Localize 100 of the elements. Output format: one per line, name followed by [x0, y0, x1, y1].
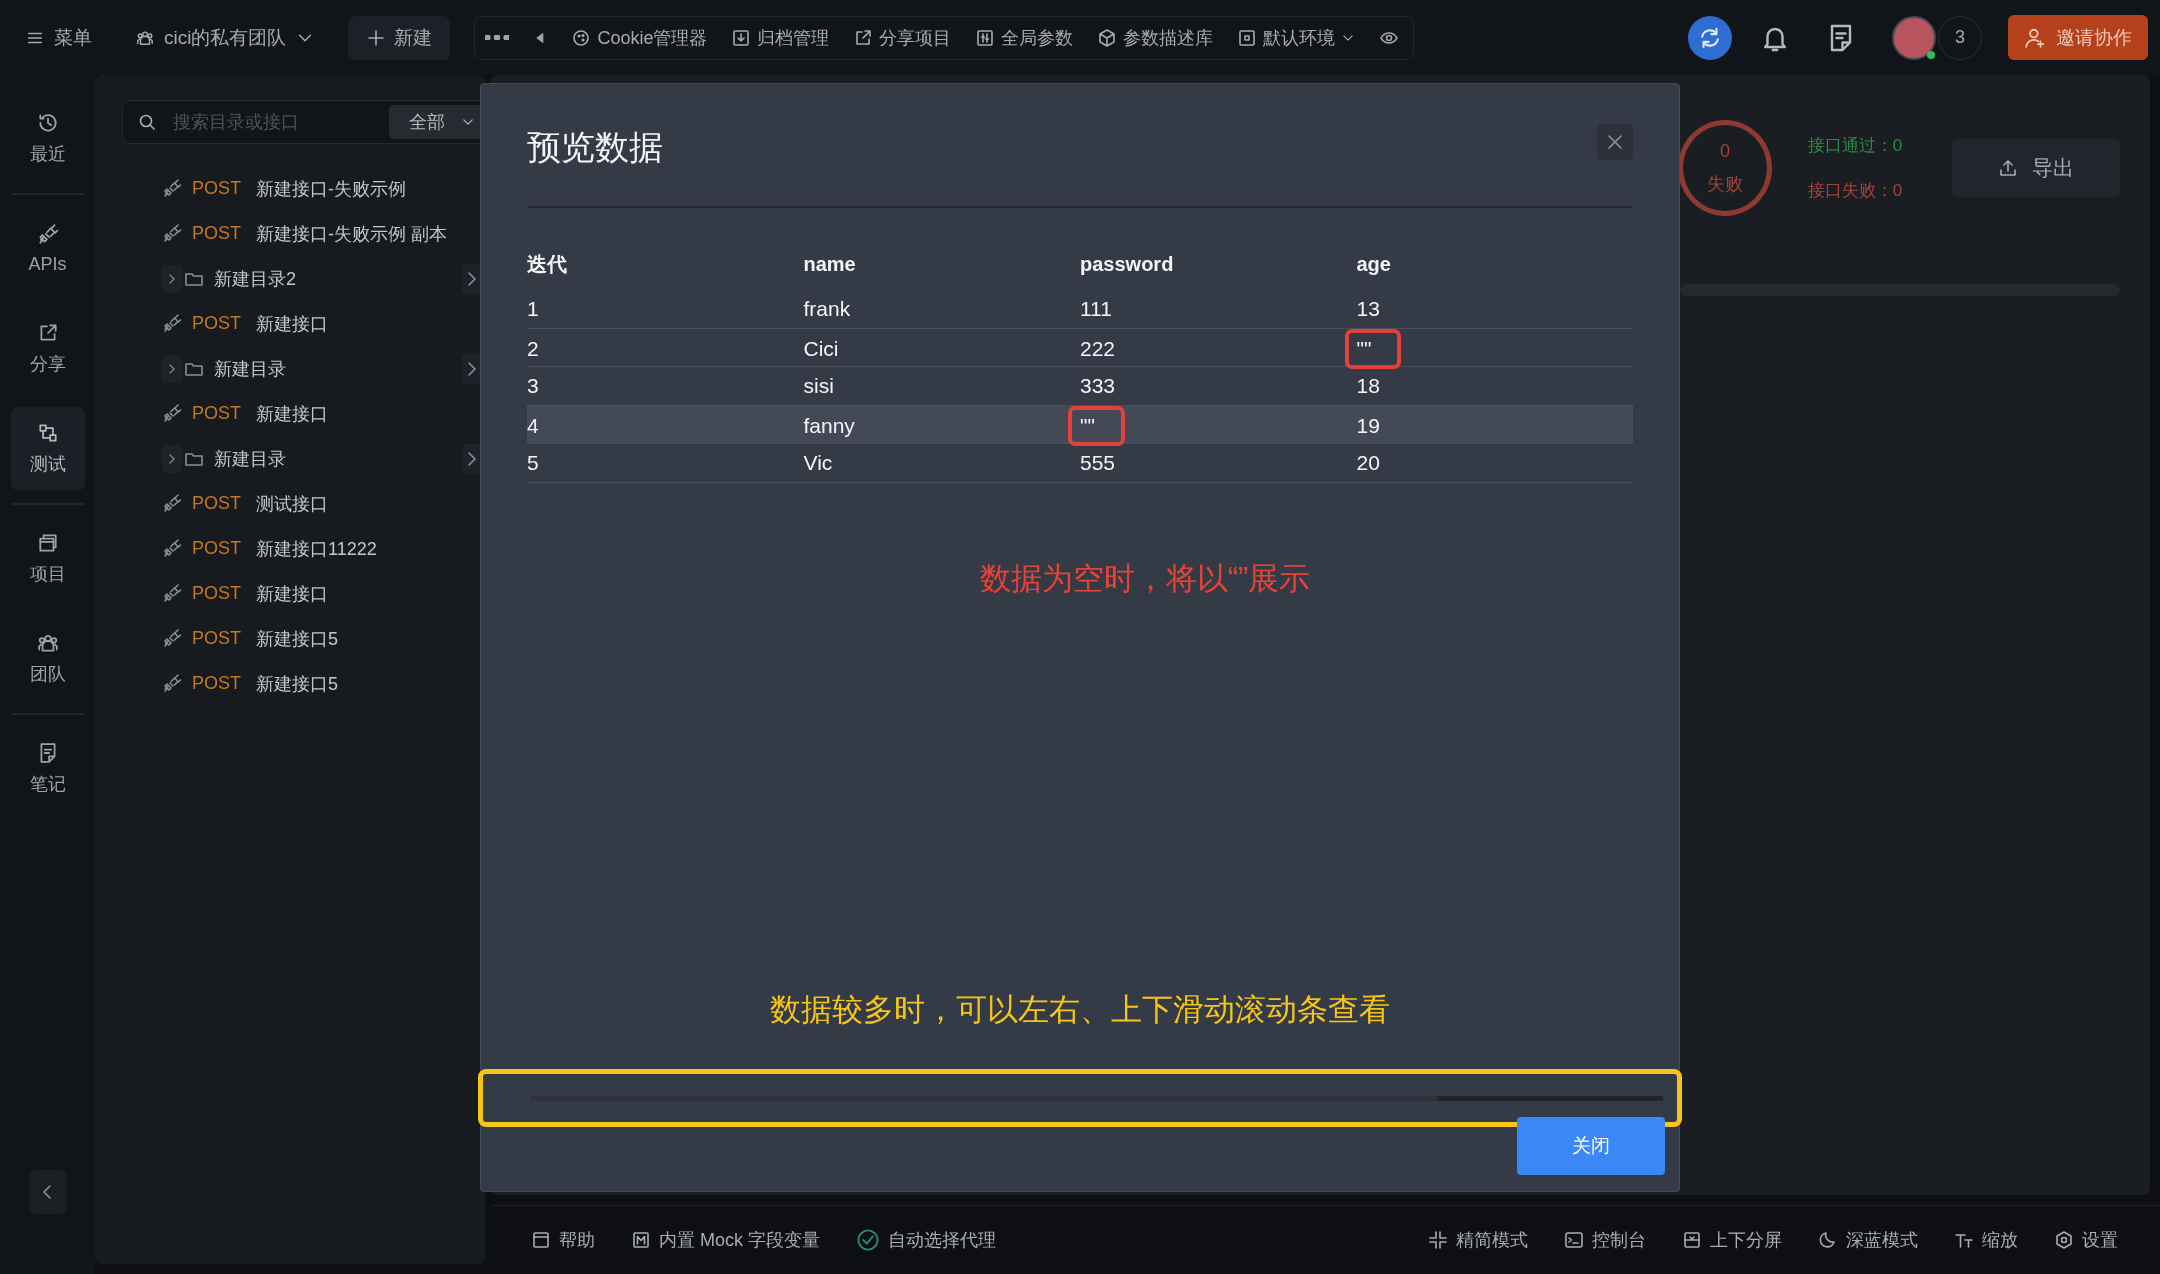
- status-bar-button[interactable]: 上下分屏: [1682, 1228, 1782, 1252]
- rail-item[interactable]: 团队: [10, 617, 85, 701]
- table-cell-text: 1: [527, 295, 539, 322]
- toolbar-button[interactable]: Cookie管理器: [571, 25, 708, 50]
- team-selector[interactable]: cici的私有团队: [136, 24, 315, 51]
- new-button[interactable]: 新建: [348, 15, 451, 60]
- method-label: POST: [192, 178, 242, 199]
- panel-icon: [531, 1230, 551, 1250]
- avatar[interactable]: [1892, 15, 1936, 60]
- status-bar-button[interactable]: 自动选择代理: [856, 1228, 996, 1252]
- expand-toggle[interactable]: [162, 444, 182, 473]
- table-cell-text: 13: [1356, 295, 1380, 322]
- plug-icon: [162, 538, 182, 559]
- toolbar-button[interactable]: 参数描述库: [1097, 25, 1214, 50]
- status-bar-button[interactable]: 内置 Mock 字段变量: [631, 1228, 820, 1252]
- table-cell-text: 5: [527, 449, 539, 476]
- plus-icon: [366, 27, 387, 48]
- toolbar-button[interactable]: 分享项目: [853, 25, 952, 50]
- table-cell-text: 2: [527, 335, 539, 362]
- horizontal-scrollbar[interactable]: [531, 1095, 1663, 1101]
- compress-icon: [1428, 1230, 1448, 1250]
- item-name: 新建接口-失败示例: [256, 177, 406, 201]
- plug-icon: [162, 313, 182, 334]
- close-button[interactable]: [1597, 124, 1633, 160]
- fail-count: 0: [1719, 140, 1730, 162]
- toolbar-button[interactable]: 归档管理: [731, 25, 830, 50]
- method-label: POST: [192, 313, 242, 334]
- invite-button[interactable]: 邀请协作: [2008, 15, 2148, 60]
- rail-item[interactable]: 测试: [10, 407, 85, 491]
- method-label: POST: [192, 223, 242, 244]
- rail-item[interactable]: APIs: [10, 207, 85, 291]
- search-icon: [137, 112, 157, 132]
- item-name: 新建接口-失败示例 副本: [256, 222, 447, 246]
- more-icon: [485, 35, 510, 40]
- expand-toggle[interactable]: [162, 264, 182, 293]
- method-label: POST: [192, 538, 242, 559]
- status-bar-button[interactable]: 深蓝模式: [1818, 1228, 1918, 1252]
- item-name: 新建接口5: [256, 672, 338, 696]
- method-label: POST: [192, 583, 242, 604]
- status-bar-button[interactable]: 帮助: [531, 1228, 595, 1252]
- rail-item[interactable]: 笔记: [10, 727, 85, 811]
- folder-name: 新建目录: [214, 447, 286, 471]
- table-cell-text: Vic: [803, 449, 833, 476]
- folder-name: 新建目录: [214, 357, 286, 381]
- method-label: POST: [192, 673, 242, 694]
- annotation-text: 数据为空时，将以“”展示: [978, 559, 1312, 598]
- people-icon: [36, 632, 59, 654]
- expand-toggle[interactable]: [162, 354, 182, 383]
- terminal-icon: [1564, 1230, 1584, 1250]
- table-cell-text: 333: [1080, 372, 1116, 399]
- item-name: 新建接口: [256, 312, 328, 336]
- table-cell-text: 20: [1356, 449, 1380, 476]
- tree-item[interactable]: POST 新建接口5: [122, 616, 485, 661]
- plug-icon: [162, 493, 182, 514]
- plug-icon: [36, 223, 59, 246]
- status-bar-button[interactable]: 缩放: [1954, 1228, 2018, 1252]
- item-name: 新建接口11222: [256, 537, 377, 561]
- item-name: 新建接口5: [256, 627, 338, 651]
- people-icon: [136, 28, 154, 47]
- plug-icon: [162, 403, 182, 424]
- collapse-button[interactable]: [29, 1170, 66, 1214]
- rail-item[interactable]: 项目: [10, 517, 85, 601]
- status-bar-button[interactable]: 控制台: [1564, 1228, 1646, 1252]
- status-bar-button[interactable]: 精简模式: [1428, 1228, 1528, 1252]
- settings-icon: [2054, 1230, 2074, 1250]
- tree-item[interactable]: POST 新建接口: [122, 571, 485, 616]
- cube-icon: [1097, 27, 1118, 48]
- column-header: 迭代: [527, 251, 568, 277]
- toolbar-button[interactable]: 全局参数: [975, 25, 1074, 50]
- rail-item[interactable]: 分享: [10, 307, 85, 391]
- add-user-icon: [2024, 26, 2046, 49]
- m-box-icon: [631, 1230, 651, 1250]
- tree-item[interactable]: POST 测试接口: [122, 481, 485, 526]
- sync-button[interactable]: [1688, 15, 1732, 60]
- menu-button[interactable]: 菜单: [26, 24, 92, 51]
- tree-item[interactable]: POST 新建接口-失败示例 副本: [122, 211, 485, 256]
- item-name: 新建接口: [256, 402, 328, 426]
- table-cell-text: frank: [803, 295, 851, 322]
- close-button[interactable]: 关闭: [1517, 1117, 1665, 1175]
- plug-icon: [162, 223, 182, 244]
- check-circle-icon: [856, 1228, 880, 1252]
- method-label: POST: [192, 628, 242, 649]
- rail-item[interactable]: 最近: [10, 97, 85, 181]
- scrollbar-thumb[interactable]: [1437, 1095, 1663, 1101]
- stack-icon: [36, 532, 59, 554]
- status-bar-button[interactable]: 设置: [2054, 1228, 2118, 1252]
- sliders-icon: [975, 27, 996, 48]
- toolbar-button[interactable]: 默认环境: [1237, 25, 1356, 50]
- tree-item[interactable]: POST 新建接口11222: [122, 526, 485, 571]
- column-header: name: [803, 252, 857, 276]
- plug-icon: [162, 628, 182, 649]
- tree-item[interactable]: POST 新建接口-失败示例: [122, 166, 485, 211]
- export-button[interactable]: 导出: [1952, 139, 2120, 197]
- table-cell-text: 19: [1356, 412, 1380, 439]
- tree-item[interactable]: POST 新建接口5: [122, 661, 485, 706]
- annotation-text: 数据较多时，可以左右、上下滑动滚动条查看: [769, 991, 1391, 1029]
- tree-item[interactable]: POST 新建接口: [122, 391, 485, 436]
- plug-icon: [162, 583, 182, 604]
- tree-item[interactable]: POST 新建接口: [122, 301, 485, 346]
- folder-name: 新建目录2: [214, 267, 296, 291]
